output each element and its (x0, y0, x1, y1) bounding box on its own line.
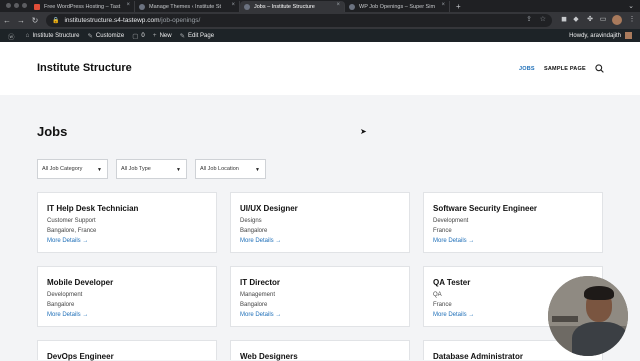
webcam-overlay (548, 276, 628, 356)
chevron-down-icon: ▼ (255, 167, 260, 173)
chevron-down-icon: ▼ (97, 167, 102, 173)
plus-icon: + (152, 32, 157, 39)
pencil-icon: ✎ (179, 32, 186, 40)
wp-admin-bar: ⓦ ⌂ Institute Structure ✎ Customize ▢ 0 + Ne… (0, 29, 640, 42)
job-category: Customer Support (47, 218, 96, 224)
page-title: Jobs (37, 124, 68, 139)
edit-page-link[interactable]: ✎ Edit Page (180, 32, 214, 40)
job-title[interactable]: UI/UX Designer (240, 204, 298, 213)
more-details-link[interactable]: More Details → (47, 312, 88, 318)
job-category: Development (433, 218, 469, 224)
site-header: Institute Structure JOBS SAMPLE PAGE (0, 42, 640, 95)
nav-jobs[interactable]: JOBS (519, 66, 535, 72)
customize-link[interactable]: ✎ Customize (87, 32, 124, 40)
comment-icon: ▢ (132, 32, 139, 40)
job-card[interactable]: IT Director Management Bangalore More De… (230, 266, 410, 327)
back-icon[interactable]: ← (0, 16, 14, 25)
more-details-link[interactable]: More Details → (433, 312, 474, 318)
howdy-label: Howdy, aravindajith (569, 32, 621, 39)
new-content-link[interactable]: + New (153, 32, 172, 39)
job-title[interactable]: Mobile Developer (47, 278, 113, 287)
tastewp-favicon-icon (34, 4, 40, 10)
job-card[interactable]: Mobile Developer Development Bangalore M… (37, 266, 217, 327)
close-icon[interactable]: × (126, 2, 130, 8)
mouse-cursor-icon: ➤ (360, 127, 367, 136)
wordpress-logo-icon[interactable]: ⓦ (8, 31, 18, 41)
browser-tab[interactable]: Free WordPress Hosting – Tast × (30, 1, 135, 12)
puzzle-icon[interactable]: ✤ (584, 14, 596, 26)
job-card[interactable]: DevOps Engineer (37, 340, 217, 361)
job-type-filter[interactable]: All Job Type ▼ (116, 159, 187, 179)
job-location: Bangalore, France (47, 228, 97, 234)
job-category: QA (433, 292, 442, 298)
job-category: Designs (240, 218, 262, 224)
window-controls[interactable] (6, 3, 27, 8)
globe-favicon-icon (244, 4, 250, 10)
home-icon: ⌂ (25, 32, 30, 39)
job-location: Bangalore (240, 302, 268, 308)
close-icon[interactable]: × (231, 2, 235, 8)
tab-title: Free WordPress Hosting – Tast (44, 3, 121, 10)
more-details-link[interactable]: More Details → (47, 238, 88, 244)
browser-tab[interactable]: Manage Themes ‹ Institute St × (135, 1, 240, 12)
extension-icon[interactable]: ◼ (558, 14, 570, 26)
job-card[interactable]: IT Help Desk Technician Customer Support… (37, 192, 217, 253)
browser-tab-active[interactable]: Jobs – Institute Structure × (240, 1, 345, 12)
url-host: institutestructure.s4-tastewp.com (64, 17, 160, 24)
job-location: Bangalore (240, 228, 268, 234)
browser-toolbar: ← → ↻ 🔒 institutestructure.s4-tastewp.co… (0, 12, 640, 29)
search-icon[interactable] (595, 64, 604, 73)
job-location-filter[interactable]: All Job Location ▼ (195, 159, 266, 179)
job-title[interactable]: Software Security Engineer (433, 204, 537, 213)
comments-link[interactable]: ▢ 0 (132, 32, 145, 40)
close-icon[interactable]: × (336, 2, 340, 8)
url-path: /job-openings/ (159, 17, 201, 24)
bookmark-star-icon[interactable]: ☆ (540, 15, 546, 23)
main-content: Jobs ➤ All Job Category ▼ All Job Type ▼ A… (0, 95, 640, 361)
more-details-link[interactable]: More Details → (433, 238, 474, 244)
site-title[interactable]: Institute Structure (37, 62, 132, 74)
job-card[interactable]: UI/UX Designer Designs Bangalore More De… (230, 192, 410, 253)
sidebar-icon[interactable]: ▭ (597, 14, 609, 26)
chevron-down-icon: ▼ (176, 167, 181, 173)
account-menu[interactable]: Howdy, aravindajith (569, 29, 632, 42)
tab-title: Manage Themes ‹ Institute St (149, 3, 222, 10)
job-card[interactable]: Software Security Engineer Development F… (423, 192, 603, 253)
job-title[interactable]: IT Director (240, 278, 280, 287)
extension-icon[interactable]: ◆ (570, 14, 582, 26)
job-location: France (433, 228, 452, 234)
job-title[interactable]: IT Help Desk Technician (47, 204, 138, 213)
lock-icon[interactable]: 🔒 (52, 17, 59, 24)
tab-title: Jobs – Institute Structure (254, 3, 315, 10)
more-details-link[interactable]: More Details → (240, 312, 281, 318)
chevron-down-icon[interactable]: ⌄ (628, 2, 634, 10)
menu-icon[interactable]: ⋮ (626, 14, 638, 26)
nav-sample-page[interactable]: SAMPLE PAGE (544, 66, 586, 72)
job-category: Management (240, 292, 276, 298)
job-title[interactable]: QA Tester (433, 278, 470, 287)
job-location: Bangalore (47, 302, 75, 308)
admin-site-link[interactable]: ⌂ Institute Structure (26, 32, 80, 39)
avatar (625, 32, 632, 39)
job-card[interactable]: Web Designers (230, 340, 410, 361)
share-icon[interactable]: ⇪ (526, 15, 532, 23)
job-category-filter[interactable]: All Job Category ▼ (37, 159, 108, 179)
job-location: France (433, 302, 452, 308)
forward-icon[interactable]: → (14, 16, 28, 25)
wordpress-favicon-icon (139, 4, 145, 10)
job-category: Development (47, 292, 83, 298)
profile-avatar[interactable] (612, 15, 622, 25)
wordpress-favicon-icon (349, 4, 355, 10)
browser-tab[interactable]: WP Job Openings – Super Sim × (345, 1, 450, 12)
address-bar[interactable]: 🔒 institutestructure.s4-tastewp.com/job-… (46, 14, 552, 27)
more-details-link[interactable]: More Details → (240, 238, 281, 244)
tab-title: WP Job Openings – Super Sim (359, 3, 436, 10)
reload-icon[interactable]: ↻ (28, 16, 42, 25)
close-icon[interactable]: × (441, 2, 445, 8)
browser-tab-strip: Free WordPress Hosting – Tast × Manage T… (0, 0, 640, 12)
brush-icon: ✎ (87, 32, 93, 40)
new-tab-icon[interactable]: + (456, 1, 461, 12)
